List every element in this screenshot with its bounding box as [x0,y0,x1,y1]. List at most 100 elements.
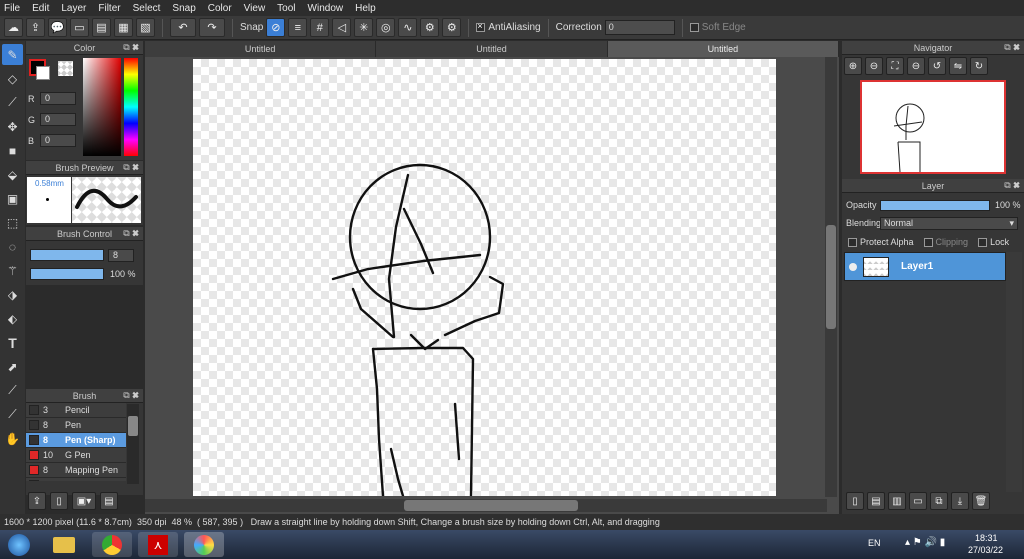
new-1bit-layer-icon[interactable]: ▥ [888,492,906,510]
menu-tool[interactable]: Tool [277,3,295,14]
operation-tool-icon[interactable]: ⬈ [2,356,23,377]
clock-time[interactable]: 18:31 [975,533,998,543]
snap-off-icon[interactable]: ⊘ [266,18,286,37]
saturation-value-picker[interactable] [83,58,121,156]
brush-list-scrollbar[interactable] [127,404,139,484]
grid-icon[interactable]: ▦ [114,18,133,37]
menu-window[interactable]: Window [308,3,344,14]
taskbar-explorer[interactable] [44,532,84,557]
select-tool-icon[interactable]: ⬚ [2,212,23,233]
r-input[interactable]: 0 [40,92,76,105]
snap-vanish-icon[interactable]: ◁ [332,18,352,37]
zoom-in-icon[interactable]: ⊕ [844,57,862,75]
snap-gear-icon[interactable]: ⚙ [420,18,440,37]
tab-untitled-2[interactable]: Untitled [376,41,608,57]
b-input[interactable]: 0 [40,134,76,147]
new-layer-icon[interactable]: ▯ [846,492,864,510]
visibility-eye-icon[interactable] [849,262,857,271]
menu-file[interactable]: File [4,3,20,14]
snap-settings-icon[interactable]: ⚙ [442,18,462,37]
select-pen-tool-icon[interactable]: ⬗ [2,284,23,305]
page-icon[interactable]: ▤ [92,18,111,37]
tab-untitled-1[interactable]: Untitled [145,41,377,57]
brush-size-slider[interactable] [30,249,104,261]
snap-radial-icon[interactable]: ✳ [354,18,374,37]
magic-wand-tool-icon[interactable]: ⚚ [2,260,23,281]
panel-controls-icon[interactable]: ⧉ ✖ [1004,180,1020,191]
drawing-canvas[interactable] [193,59,776,496]
soft-edge-checkbox[interactable]: Soft Edge [689,22,746,33]
menu-filter[interactable]: Filter [98,3,120,14]
layer-blending-select[interactable]: Normal ▾ [880,216,1018,230]
transparent-color-swatch[interactable] [58,61,73,76]
text-tool-icon[interactable]: T [2,332,23,353]
taskbar-medibang[interactable] [184,532,224,557]
language-indicator[interactable]: EN [868,538,881,548]
tab-untitled-3[interactable]: Untitled [607,41,839,57]
start-button[interactable] [4,532,34,557]
cloud-icon[interactable]: ☁ [4,18,23,37]
layer-row[interactable]: Layer1 [844,252,1006,281]
merge-layer-icon[interactable]: ⤓ [951,492,969,510]
menu-view[interactable]: View [244,3,266,14]
flip-icon[interactable]: ⇋ [949,57,967,75]
new-brush-icon[interactable]: ▯ [50,492,68,510]
zoom-out-icon[interactable]: ⊖ [865,57,883,75]
divide-tool-icon[interactable]: ⟋ [2,380,23,401]
snap-parallel-icon[interactable]: ≡ [288,18,308,37]
export-icon[interactable]: ⇪ [26,18,45,37]
correction-select[interactable]: 0 [604,20,675,35]
zoom-icon[interactable]: ⊖ [907,57,925,75]
antialias-checkbox[interactable]: AntiAliasing [476,21,541,33]
layer-list-scrollbar[interactable] [1006,252,1022,492]
brush-list-item[interactable]: 10 G Pen [26,448,126,463]
dot-tool-icon[interactable]: ⟋ [2,92,23,113]
menu-edit[interactable]: Edit [32,3,49,14]
g-input[interactable]: 0 [40,113,76,126]
comment-icon[interactable]: ▭ [70,18,89,37]
snap-circle-icon[interactable]: ◎ [376,18,396,37]
undo-icon[interactable]: ↶ [170,18,196,37]
delete-layer-icon[interactable]: 🗑 [972,492,990,510]
menu-snap[interactable]: Snap [172,3,195,14]
hue-slider[interactable] [124,58,138,156]
new-halftone-layer-icon[interactable]: ▤ [867,492,885,510]
taskbar-chrome[interactable] [92,532,132,557]
navigator-preview[interactable] [860,80,1006,174]
canvas-vertical-scrollbar[interactable] [825,57,837,497]
snap-cross-icon[interactable]: # [310,18,330,37]
brush-size-input[interactable]: 8 [108,249,134,262]
canvas-horizontal-scrollbar[interactable] [145,499,827,512]
background-color-swatch[interactable] [36,66,50,80]
move-tool-icon[interactable]: ✥ [2,116,23,137]
menu-color[interactable]: Color [208,3,232,14]
panel-controls-icon[interactable]: ⧉ ✖ [123,42,139,53]
duplicate-layer-icon[interactable]: ⧉ [930,492,948,510]
protect-alpha-checkbox[interactable]: Protect Alpha [848,237,914,248]
lock-checkbox[interactable]: Lock [978,237,1009,248]
brush-list-item[interactable]: 20Edge Pen [26,478,126,481]
taskbar-acrobat[interactable]: ⋏ [138,532,178,557]
fit-icon[interactable]: ⛶ [886,57,904,75]
layout-icon[interactable]: ▧ [136,18,155,37]
brush-menu-icon[interactable]: ▣▾ [72,492,96,510]
rect-tool-icon[interactable]: ■ [2,140,23,161]
fill-tool-icon[interactable]: ⬙ [2,164,23,185]
hand-tool-icon[interactable]: ✋ [2,428,23,449]
layer-opacity-slider[interactable] [880,199,990,211]
clipping-checkbox[interactable]: Clipping [923,237,968,248]
lasso-tool-icon[interactable]: ◌ [2,236,23,257]
brush-list-item[interactable]: 8 Mapping Pen [26,463,126,478]
panel-controls-icon[interactable]: ⧉ ✖ [123,228,139,239]
new-folder-icon[interactable]: ▭ [909,492,927,510]
eraser-tool-icon[interactable]: ◇ [2,68,23,89]
menu-layer[interactable]: Layer [61,3,86,14]
brush-opacity-slider[interactable] [30,268,104,280]
menu-help[interactable]: Help [355,3,376,14]
menu-select[interactable]: Select [133,3,161,14]
brush-tool-icon[interactable]: ✎ [2,44,23,65]
panel-controls-icon[interactable]: ⧉ ✖ [1004,42,1020,53]
select-eraser-tool-icon[interactable]: ⬖ [2,308,23,329]
rotate-right-icon[interactable]: ↻ [970,57,988,75]
panel-controls-icon[interactable]: ⧉ ✖ [123,390,139,401]
